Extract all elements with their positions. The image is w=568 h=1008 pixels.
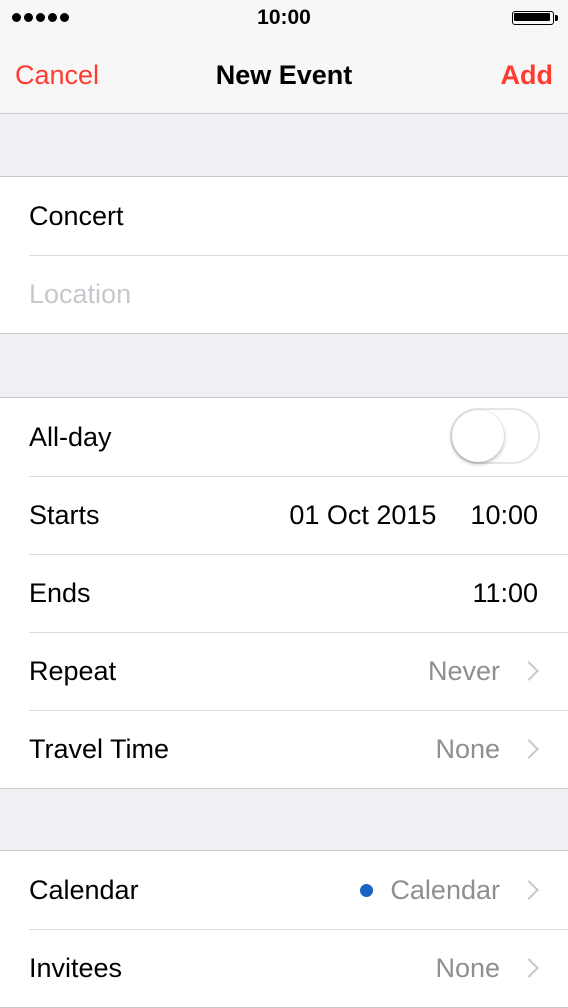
- invitees-row[interactable]: Invitees None: [0, 929, 568, 1007]
- add-button[interactable]: Add: [501, 58, 553, 92]
- repeat-label: Repeat: [29, 656, 117, 686]
- allday-row: All-day: [0, 398, 568, 476]
- toggle-knob: [452, 410, 504, 462]
- starts-label: Starts: [29, 500, 100, 530]
- navigation-bar: Cancel New Event Add: [0, 38, 568, 114]
- calendar-row[interactable]: Calendar Calendar: [0, 851, 568, 929]
- title-input[interactable]: Concert: [29, 177, 124, 255]
- chevron-right-icon: [519, 661, 539, 681]
- location-row[interactable]: Location: [0, 255, 568, 333]
- invitees-label: Invitees: [29, 953, 123, 983]
- chevron-right-icon: [519, 880, 539, 900]
- ends-row[interactable]: Ends 11:00: [0, 554, 568, 632]
- allday-toggle[interactable]: [450, 408, 540, 464]
- ends-value[interactable]: 11:00: [472, 554, 538, 632]
- invitees-value: None: [435, 953, 500, 983]
- calendar-label: Calendar: [29, 875, 139, 905]
- starts-date[interactable]: 01 Oct 2015: [289, 476, 436, 554]
- starts-value[interactable]: 01 Oct 2015 10:00: [289, 476, 538, 554]
- repeat-row[interactable]: Repeat Never: [0, 632, 568, 710]
- event-info-group: Concert Location: [0, 176, 568, 334]
- travel-time-value: None: [435, 734, 500, 764]
- chevron-right-icon: [519, 739, 539, 759]
- page-title: New Event: [215, 60, 353, 90]
- new-event-screen: 10:00 Cancel New Event Add Concert Locat…: [0, 0, 568, 1008]
- travel-time-value-group[interactable]: None: [435, 710, 539, 788]
- starts-time[interactable]: 10:00: [470, 476, 538, 554]
- repeat-value-group[interactable]: Never: [427, 632, 539, 710]
- title-row[interactable]: Concert: [0, 177, 568, 255]
- calendar-value-group[interactable]: Calendar: [360, 851, 539, 929]
- repeat-value: Never: [427, 656, 500, 686]
- ends-label: Ends: [29, 578, 91, 608]
- schedule-group: All-day Starts 01 Oct 2015 10:00 Ends 11…: [0, 397, 568, 789]
- starts-row[interactable]: Starts 01 Oct 2015 10:00: [0, 476, 568, 554]
- calendar-value: Calendar: [390, 875, 500, 905]
- ends-time[interactable]: 11:00: [472, 554, 538, 632]
- battery-full-icon: [512, 11, 558, 25]
- location-input[interactable]: Location: [29, 255, 131, 333]
- details-group: Calendar Calendar Invitees None: [0, 850, 568, 1008]
- allday-label: All-day: [29, 422, 112, 452]
- invitees-value-group[interactable]: None: [435, 929, 539, 1007]
- status-time: 10:00: [257, 6, 311, 29]
- calendar-color-dot-icon: [360, 883, 374, 897]
- travel-time-row[interactable]: Travel Time None: [0, 710, 568, 788]
- travel-time-label: Travel Time: [29, 734, 170, 764]
- chevron-right-icon: [519, 958, 539, 978]
- status-bar: 10:00: [0, 0, 568, 38]
